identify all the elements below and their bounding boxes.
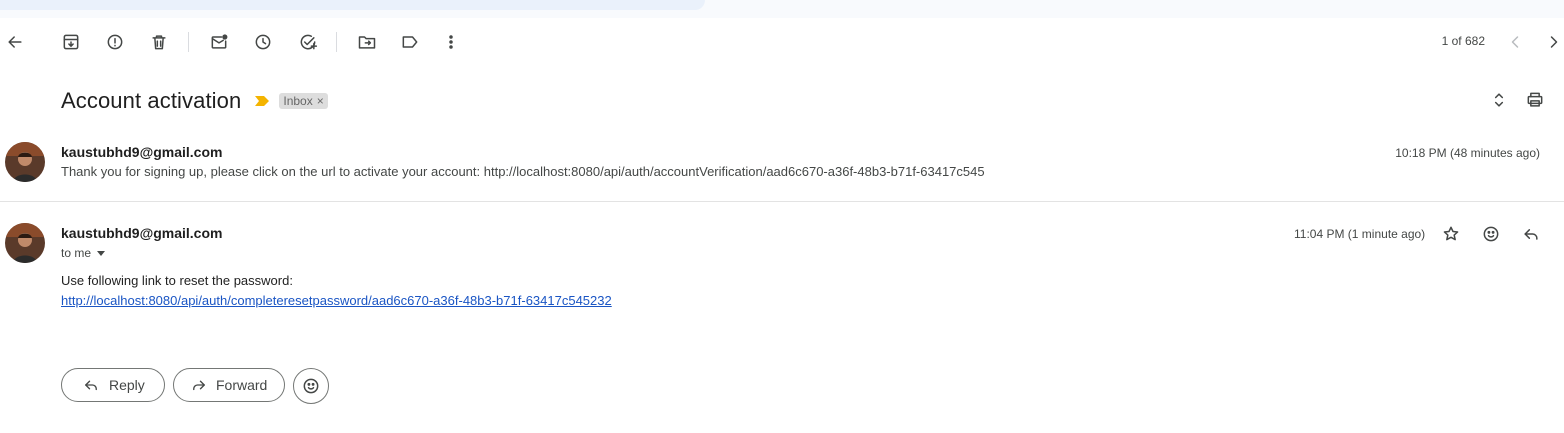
reply-icon[interactable] <box>1519 222 1543 246</box>
report-spam-icon[interactable] <box>97 24 133 60</box>
top-strip <box>0 0 1564 18</box>
thread-toolbar: 1 of 682 <box>0 24 1564 60</box>
toolbar-divider <box>336 32 337 52</box>
importance-marker-icon[interactable] <box>255 96 270 106</box>
snooze-icon[interactable] <box>245 24 281 60</box>
star-icon[interactable] <box>1439 222 1463 246</box>
search-bar-edge <box>0 0 705 10</box>
archive-icon[interactable] <box>53 24 89 60</box>
recipient-text: to me <box>61 246 92 260</box>
sender-name[interactable]: kaustubhd9@gmail.com <box>61 225 222 241</box>
expand-all-icon[interactable] <box>1487 88 1511 112</box>
add-reaction-icon[interactable] <box>1479 222 1503 246</box>
message-divider <box>0 201 1564 202</box>
delete-icon[interactable] <box>141 24 177 60</box>
back-arrow-icon[interactable] <box>0 24 33 60</box>
pagination-count: 1 of 682 <box>1441 34 1485 48</box>
mark-unread-icon[interactable] <box>201 24 237 60</box>
chevron-right-icon[interactable] <box>1536 24 1564 60</box>
subject-row: Account activation Inbox × <box>61 86 328 116</box>
smiley-icon <box>303 378 319 394</box>
print-icon[interactable] <box>1523 88 1547 112</box>
toolbar-divider <box>188 32 189 52</box>
label-icon[interactable] <box>392 24 428 60</box>
reply-button[interactable]: Reply <box>61 368 165 402</box>
email-subject: Account activation <box>61 88 242 113</box>
caret-down-icon <box>97 250 106 256</box>
recipient-details-toggle[interactable]: to me <box>61 246 106 260</box>
reply-icon <box>85 380 97 391</box>
add-to-tasks-icon[interactable] <box>290 24 326 60</box>
forward-button[interactable]: Forward <box>173 368 285 402</box>
move-to-icon[interactable] <box>349 24 385 60</box>
sender-name[interactable]: kaustubhd9@gmail.com <box>61 144 222 160</box>
emoji-reaction-button[interactable] <box>293 368 329 404</box>
message-body-text: Use following link to reset the password… <box>61 273 293 288</box>
reset-password-link[interactable]: http://localhost:8080/api/auth/completer… <box>61 293 612 308</box>
message-timestamp: 10:18 PM (48 minutes ago) <box>1395 146 1540 160</box>
more-options-icon[interactable] <box>433 24 469 60</box>
remove-label-icon[interactable]: × <box>317 94 324 108</box>
label-chip-inbox: Inbox × <box>279 93 328 109</box>
forward-label: Forward <box>216 377 268 393</box>
reply-label: Reply <box>109 377 145 393</box>
message-snippet[interactable]: Thank you for signing up, please click o… <box>61 164 985 179</box>
label-chip-text: Inbox <box>283 94 313 108</box>
chevron-left-icon[interactable] <box>1497 24 1533 60</box>
avatar[interactable] <box>5 223 45 263</box>
forward-icon <box>193 380 205 391</box>
avatar[interactable] <box>5 142 45 182</box>
message-timestamp: 11:04 PM (1 minute ago) <box>1294 227 1426 241</box>
